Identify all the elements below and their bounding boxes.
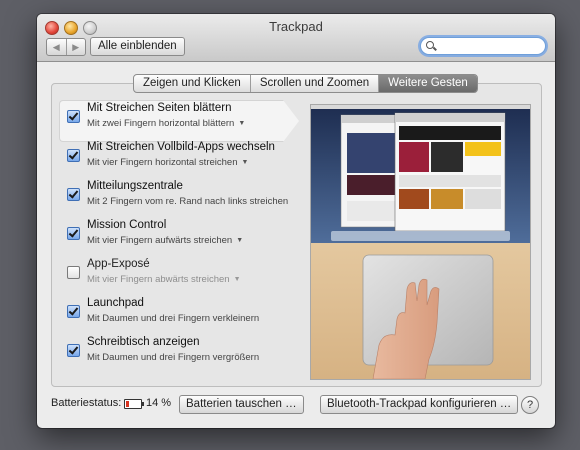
page-image-back — [347, 175, 397, 195]
tab-scrollen-und-zoomen[interactable]: Scrollen und Zoomen — [251, 75, 380, 92]
window-title: Trackpad — [269, 19, 323, 34]
search-icon — [426, 41, 434, 49]
checkbox-schreibtisch[interactable] — [67, 344, 80, 357]
gesture-title: Mitteilungszentrale — [87, 180, 183, 192]
checkbox-mission-control[interactable] — [67, 227, 80, 240]
chevron-down-icon: ▼ — [233, 276, 241, 283]
battery-percent: 14 % — [146, 397, 172, 409]
gesture-title: Schreibtisch anzeigen — [87, 336, 200, 348]
trackpad-preferences-window: Trackpad ◀ ▶ Alle einblenden Zeigen und … — [37, 14, 555, 428]
gesture-title: Launchpad — [87, 297, 144, 309]
gesture-preview-illustration — [311, 105, 530, 379]
page-tile-dark — [431, 142, 463, 172]
gesture-title: Mit Streichen Vollbild-Apps wechseln — [87, 141, 275, 153]
search-field[interactable] — [420, 37, 546, 55]
gesture-subtitle: Mit zwei Fingern horizontal blättern — [87, 118, 235, 129]
page-tile-yellow — [465, 142, 501, 156]
gesture-title: App-Exposé — [87, 258, 150, 270]
gesture-title: Mission Control — [87, 219, 167, 231]
gesture-list: Mit Streichen Seiten blättern Mit zwei F… — [59, 100, 299, 373]
dock — [331, 231, 510, 241]
page-tile-red — [399, 142, 429, 172]
page-thumb-1 — [399, 189, 429, 209]
gesture-subtitle: Mit Daumen und drei Fingern verkleinern — [87, 313, 260, 324]
gesture-item-vollbild-apps[interactable]: Mit Streichen Vollbild-Apps wechseln Mit… — [59, 139, 299, 178]
checkbox-launchpad[interactable] — [67, 305, 80, 318]
help-button[interactable]: ? — [521, 396, 539, 414]
page-photo-back — [347, 133, 397, 173]
gesture-title: Mit Streichen Seiten blättern — [87, 102, 232, 114]
page-header — [399, 126, 501, 140]
checkbox-vollbild-apps[interactable] — [67, 149, 80, 162]
chevron-down-icon: ▼ — [241, 159, 249, 166]
gesture-option-popup[interactable]: Mit vier Fingern abwärts streichen ▼ — [87, 274, 241, 285]
gesture-item-seiten-blaettern[interactable]: Mit Streichen Seiten blättern Mit zwei F… — [59, 100, 299, 142]
checkbox-seiten-blaettern[interactable] — [67, 110, 80, 123]
browser-toolbar-front — [395, 113, 505, 122]
gesture-option-popup[interactable]: Mit zwei Fingern horizontal blättern ▼ — [87, 118, 245, 129]
show-all-button[interactable]: Alle einblenden — [90, 37, 185, 56]
back-arrow-icon[interactable]: ◀ — [47, 39, 67, 55]
checkbox-app-expose[interactable] — [67, 266, 80, 279]
page-thumb-3 — [465, 189, 501, 209]
page-thumb-2 — [431, 189, 463, 209]
search-input[interactable] — [437, 39, 541, 54]
gesture-preview-video — [310, 104, 531, 380]
forward-arrow-icon[interactable]: ▶ — [67, 39, 86, 55]
gesture-item-mitteilungszentrale[interactable]: Mitteilungszentrale Mit 2 Fingern vom re… — [59, 178, 299, 217]
gesture-item-launchpad[interactable]: Launchpad Mit Daumen und drei Fingern ve… — [59, 295, 299, 334]
chevron-down-icon: ▼ — [238, 120, 246, 127]
gesture-item-app-expose[interactable]: App-Exposé Mit vier Fingern abwärts stre… — [59, 256, 299, 295]
gesture-subtitle: Mit vier Fingern aufwärts streichen — [87, 235, 233, 246]
gesture-item-mission-control[interactable]: Mission Control Mit vier Fingern aufwärt… — [59, 217, 299, 256]
menu-bar — [311, 105, 530, 109]
gesture-item-schreibtisch[interactable]: Schreibtisch anzeigen Mit Daumen und dre… — [59, 334, 299, 373]
chevron-down-icon: ▼ — [236, 237, 244, 244]
battery-status-label: Batteriestatus: — [51, 397, 122, 409]
replace-batteries-button[interactable]: Batterien tauschen … — [179, 395, 304, 414]
battery-icon — [124, 399, 144, 409]
gesture-subtitle: Mit vier Fingern horizontal streichen — [87, 157, 238, 168]
tab-bar: Zeigen und Klicken Scrollen und Zoomen W… — [133, 74, 478, 93]
selection-arrow — [283, 100, 299, 142]
gesture-subtitle: Mit vier Fingern abwärts streichen — [87, 274, 230, 285]
page-text-block — [399, 175, 501, 187]
gesture-subtitle: Mit 2 Fingern vom re. Rand nach links st… — [87, 196, 289, 207]
tab-weitere-gesten[interactable]: Weitere Gesten — [379, 75, 477, 92]
gesture-option-popup[interactable]: Mit vier Fingern horizontal streichen ▼ — [87, 157, 248, 168]
gesture-subtitle: Mit Daumen und drei Fingern vergrößern — [87, 352, 260, 363]
tab-zeigen-und-klicken[interactable]: Zeigen und Klicken — [134, 75, 251, 92]
configure-bluetooth-trackpad-button[interactable]: Bluetooth-Trackpad konfigurieren … — [320, 395, 519, 414]
back-forward-control: ◀ ▶ — [46, 38, 86, 56]
title-bar: Trackpad ◀ ▶ Alle einblenden — [37, 14, 555, 62]
checkbox-mitteilungszentrale[interactable] — [67, 188, 80, 201]
gesture-option-popup[interactable]: Mit vier Fingern aufwärts streichen ▼ — [87, 235, 243, 246]
